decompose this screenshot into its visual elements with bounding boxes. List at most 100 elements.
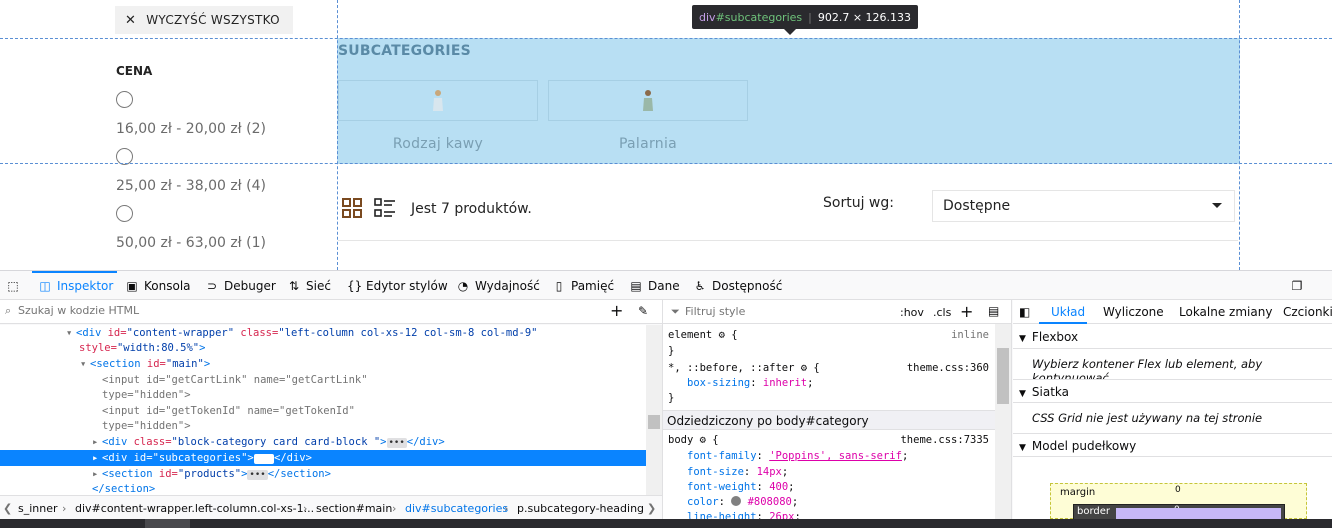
rule-source[interactable]: theme.css:360 [907, 362, 989, 374]
tree-node[interactable]: ▸ <section id="products"> ••• </section> [0, 466, 646, 482]
breadcrumb-scroll-right[interactable]: ❯ [647, 502, 656, 515]
sort-select[interactable]: Dostępne [932, 190, 1235, 222]
gear-icon: ⚙ [699, 434, 706, 446]
breadcrumb-item[interactable]: s_inner [18, 502, 58, 515]
breadcrumb-item[interactable]: p.subcategory-heading [517, 502, 644, 515]
tab-storage[interactable]: ▤ Dane [629, 271, 679, 300]
tree-node[interactable]: <input id="getTokenId" name="getTokenId" [0, 403, 646, 419]
css-value[interactable]: 400 [769, 481, 788, 493]
flexbox-section-header[interactable]: ▼ Flexbox [1013, 325, 1332, 349]
cls-toggle[interactable]: .cls [933, 306, 951, 319]
breadcrumb-item-active[interactable]: div#subcategories [405, 502, 508, 515]
toggle-sidebar-icon[interactable]: ◧ [1019, 305, 1030, 319]
markup-scrollbar[interactable] [646, 325, 662, 495]
subcategory-label-1[interactable]: Rodzaj kawy [338, 136, 538, 152]
css-property[interactable]: box-sizing [687, 377, 750, 389]
css-value[interactable]: inherit [763, 377, 807, 389]
add-rule-button[interactable]: + [960, 302, 973, 321]
rule-selector[interactable]: body [668, 434, 693, 446]
breadcrumb-item[interactable]: section#main [316, 502, 392, 515]
list-view-icon[interactable] [374, 198, 396, 220]
tab-computed[interactable]: Wyliczone [1103, 305, 1164, 319]
tab-layout[interactable]: Układ [1051, 305, 1085, 319]
person-figure-icon [643, 90, 653, 111]
css-value[interactable]: 14px [757, 466, 782, 478]
grid-section-header[interactable]: ▼ Siatka [1013, 379, 1332, 403]
filter-styles-input[interactable] [685, 305, 885, 318]
box-model-diagram: margin 0 border 0 [1050, 483, 1307, 520]
color-swatch[interactable] [731, 496, 742, 506]
clear-all-button[interactable]: ✕ WYCZYŚĆ WSZYSTKO [115, 6, 293, 34]
tree-node[interactable]: ▾ <section id="main"> [0, 356, 646, 372]
price-range-label-2: 25,00 zł - 38,00 zł (4) [116, 178, 266, 194]
css-value[interactable]: 'Poppins', sans-serif [769, 450, 902, 462]
tooltip-element: div [699, 10, 716, 24]
print-media-icon[interactable]: ▤ [988, 304, 999, 318]
tab-network[interactable]: ⇅ Sieć [287, 271, 331, 300]
tree-node[interactable]: ▾ <div id="content-wrapper" class="left-c… [0, 325, 646, 341]
tab-inspector[interactable]: ◫ Inspektor [31, 271, 118, 300]
tab-debugger[interactable]: ⊃ Debuger [205, 271, 276, 300]
tab-console[interactable]: ▣ Konsola [125, 271, 190, 300]
add-node-button[interactable]: + [610, 301, 623, 320]
storage-icon: ▤ [630, 278, 642, 293]
rule-selector[interactable]: element [668, 329, 712, 341]
price-radio-1[interactable] [116, 91, 133, 108]
subcategory-label-2[interactable]: Palarnia [548, 136, 748, 152]
tree-node[interactable]: type="hidden"> [0, 387, 646, 403]
element-picker-button[interactable]: ⬚ [6, 271, 20, 300]
css-property[interactable]: font-weight [687, 481, 757, 493]
tree-node[interactable]: <input id="getCartLink" name="getCartLin… [0, 372, 646, 388]
rule-source: inline [951, 329, 989, 341]
css-property[interactable]: font-size [687, 466, 744, 478]
chevron-down-icon [1212, 203, 1222, 208]
margin-value[interactable]: 0 [1175, 485, 1181, 495]
rules-scrollbar[interactable] [995, 324, 1011, 519]
tab-accessibility[interactable]: ♿ Dostępność [693, 271, 783, 300]
devtools-tabs: ⬚ ◫ Inspektor ▣ Konsola ⊃ Debuger ⇅ Sieć {} E… [0, 271, 1332, 300]
rule-source[interactable]: theme.css:7335 [900, 434, 989, 446]
price-radio-3[interactable] [116, 205, 133, 222]
breadcrumb-item[interactable]: div#content-wrapper.left-column.col-xs-1… [75, 502, 314, 515]
guide-line-top [0, 38, 1332, 39]
scrollbar-thumb[interactable] [648, 415, 660, 429]
collapsed-dots[interactable]: ••• [253, 454, 274, 464]
hov-toggle[interactable]: :hov [900, 306, 924, 319]
dock-options-button[interactable]: ❐ [1290, 271, 1304, 300]
css-property[interactable]: font-family [687, 450, 757, 462]
rules-toolbar: ⏷ :hov .cls + ▤ [663, 300, 1011, 324]
product-count: Jest 7 produktów. [411, 201, 532, 217]
devtools-panel: ⬚ ◫ Inspektor ▣ Konsola ⊃ Debuger ⇅ Sieć {} E… [0, 270, 1332, 528]
tree-node[interactable]: ▸ <div class="block-category card card-bl… [0, 434, 646, 450]
layout-tabs: ◧ Układ Wyliczone Lokalne zmiany Czcionk… [1013, 300, 1332, 324]
collapsed-dots[interactable]: ••• [247, 470, 268, 480]
tab-performance-label: Wydajność [475, 278, 540, 293]
tab-memory[interactable]: ▯ Pamięć [552, 271, 614, 300]
tab-style-editor[interactable]: {} Edytor stylów [347, 271, 448, 300]
html-search-input[interactable] [18, 304, 578, 317]
css-property[interactable]: color [687, 496, 719, 508]
products-toolbar: Jest 7 produktów. Sortuj wg: Dostępne [338, 190, 1238, 225]
person-figure-icon [433, 90, 443, 111]
subcategory-tile-2[interactable] [548, 80, 748, 121]
boxmodel-section-header[interactable]: ▼ Model pudełkowy [1013, 433, 1332, 457]
tab-inspector-label: Inspektor [57, 278, 114, 293]
scrollbar-thumb[interactable] [997, 348, 1009, 404]
tree-node-selected[interactable]: ▸ <div id="subcategories"> ••• </div> [0, 450, 646, 466]
debugger-icon: ⊃ [206, 278, 218, 293]
tab-performance[interactable]: ◔ Wydajność [456, 271, 540, 300]
eyedropper-icon[interactable]: ✎ [638, 304, 648, 318]
rule-selector[interactable]: *, ::before, ::after [668, 362, 794, 374]
collapsed-dots[interactable]: ••• [386, 438, 407, 448]
breadcrumb-scroll-left[interactable]: ❮ [3, 502, 12, 515]
tree-node[interactable]: style="width:80.5%"> [0, 340, 646, 356]
css-value[interactable]: #808080 [748, 496, 792, 508]
chevron-down-icon: ▼ [1019, 389, 1026, 399]
grid-view-icon[interactable] [342, 198, 362, 218]
tab-fonts[interactable]: Czcionki [1283, 305, 1332, 319]
subcategory-tile-1[interactable] [338, 80, 538, 121]
tree-node[interactable]: type="hidden"> [0, 418, 646, 434]
tab-changes[interactable]: Lokalne zmiany [1179, 305, 1272, 319]
guide-line-bottom [0, 163, 1332, 164]
margin-label: margin [1060, 487, 1096, 498]
